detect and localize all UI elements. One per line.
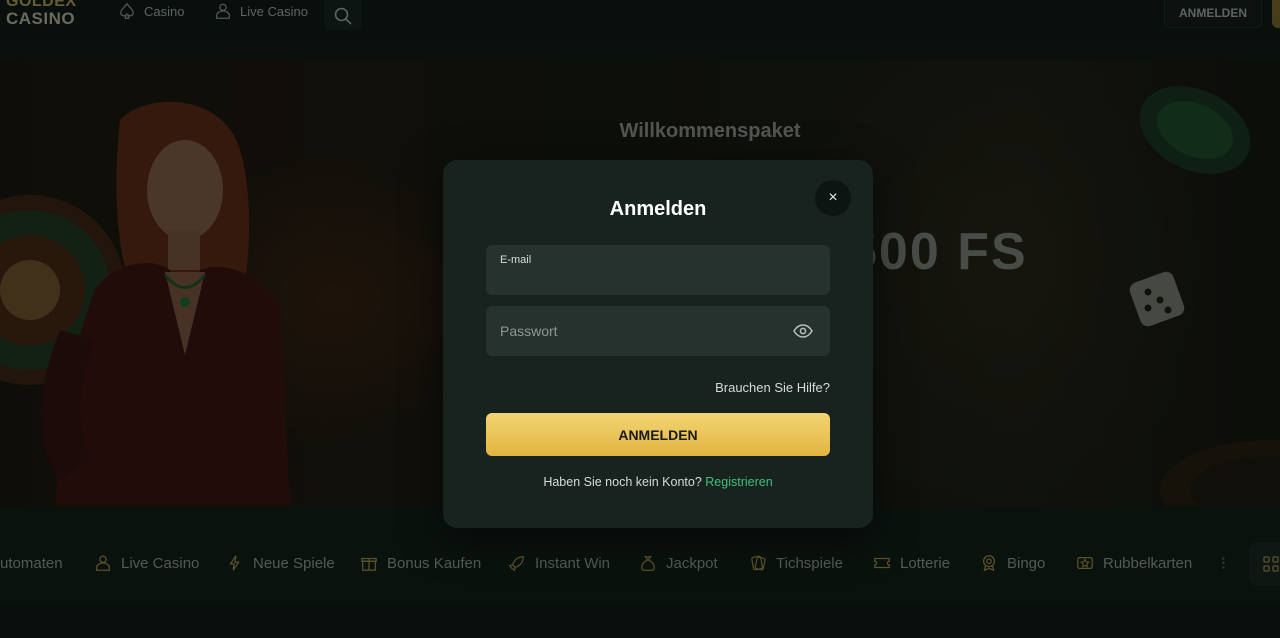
nav-live-casino[interactable]: Live Casino xyxy=(214,0,308,22)
dealer-icon xyxy=(96,555,110,571)
category-more-dots[interactable] xyxy=(1218,550,1236,576)
category-label: Bingo xyxy=(1007,554,1046,572)
nav-casino-label: Casino xyxy=(144,3,185,19)
show-password-button[interactable] xyxy=(792,321,814,341)
close-icon: × xyxy=(828,189,838,206)
hero-offer: 500 FS xyxy=(848,223,1028,281)
category-bingo[interactable]: Bingo xyxy=(980,550,1045,576)
modal-title: Anmelden xyxy=(609,198,707,220)
top-header: GOLDEX CASINO Casino Live Casino ANMELDE… xyxy=(0,0,1280,40)
nav-live-label: Live Casino xyxy=(240,3,308,19)
search-button[interactable] xyxy=(324,0,362,30)
logo-line-2: CASINO xyxy=(6,9,76,28)
money-bag-icon xyxy=(641,556,655,571)
email-label: E-mail xyxy=(500,254,532,266)
login-submit-button[interactable]: ANMELDEN xyxy=(486,413,830,456)
category-rubbelkarten[interactable]: Rubbelkarten xyxy=(1076,550,1192,576)
email-field[interactable]: E-mail xyxy=(486,245,830,295)
no-account-text: Haben Sie noch kein Konto? xyxy=(543,475,702,489)
category-live-casino[interactable]: Live Casino xyxy=(94,550,199,576)
category-instant-win[interactable]: Instant Win xyxy=(508,550,610,576)
register-link[interactable]: Registrieren xyxy=(705,475,772,489)
password-field[interactable] xyxy=(486,306,830,356)
spade-icon xyxy=(120,2,134,19)
category-lotterie[interactable]: Lotterie xyxy=(873,550,950,576)
category-automaten[interactable]: Automaten xyxy=(0,550,63,576)
category-label: Live Casino xyxy=(121,554,200,572)
category-tichspiele[interactable]: Tichspiele xyxy=(749,550,843,576)
category-label: Rubbelkarten xyxy=(1103,554,1193,572)
dots-icon xyxy=(1222,557,1225,569)
header-login-button[interactable]: ANMELDEN xyxy=(1164,0,1262,28)
header-login-label: ANMELDEN xyxy=(1179,6,1247,20)
eye-icon xyxy=(793,324,813,338)
category-label: Automaten xyxy=(0,554,63,572)
category-label: Instant Win xyxy=(535,554,611,572)
search-icon xyxy=(334,7,352,25)
login-modal: Anmelden × E-mail Brauchen Sie Hilfe? AN… xyxy=(443,160,873,528)
hero-title: Willkommenspaket xyxy=(619,120,801,142)
cards-icon xyxy=(751,555,766,571)
all-categories-button[interactable] xyxy=(1249,542,1280,586)
ticket-icon xyxy=(874,557,890,569)
category-label: Lotterie xyxy=(900,554,951,572)
category-label: Jackpot xyxy=(666,554,718,572)
nav-casino[interactable]: Casino xyxy=(118,0,184,22)
close-button[interactable]: × xyxy=(815,180,851,216)
help-link[interactable]: Brauchen Sie Hilfe? xyxy=(715,380,830,395)
dealer-icon xyxy=(216,3,230,19)
signup-prompt: Haben Sie noch kein Konto? Registrieren xyxy=(443,475,873,489)
casino-logo[interactable]: GOLDEX CASINO xyxy=(0,0,90,30)
category-label: Bonus Kaufen xyxy=(387,554,482,572)
password-input[interactable] xyxy=(500,320,800,342)
lightning-icon xyxy=(229,555,240,571)
category-jackpot[interactable]: Jackpot xyxy=(639,550,718,576)
rocket-icon xyxy=(508,556,524,572)
category-bonus-kaufen[interactable]: Bonus Kaufen xyxy=(360,550,481,576)
header-register-button[interactable] xyxy=(1272,0,1280,28)
bingo-icon xyxy=(982,555,996,572)
email-input[interactable] xyxy=(500,267,800,289)
category-label: Tichspiele xyxy=(776,554,843,572)
gift-icon xyxy=(361,557,377,571)
category-neue-spiele[interactable]: Neue Spiele xyxy=(226,550,335,576)
scratch-card-icon xyxy=(1077,556,1093,570)
grid-icon xyxy=(1263,556,1279,572)
category-label: Neue Spiele xyxy=(253,554,335,572)
